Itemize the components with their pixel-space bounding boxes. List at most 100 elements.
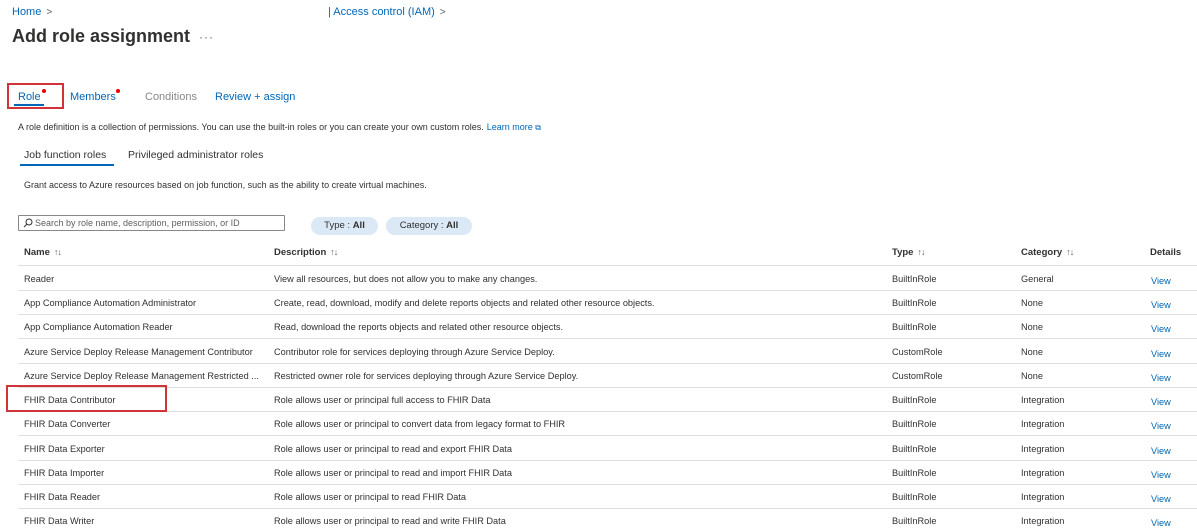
type-filter-label: Type : — [324, 220, 351, 231]
column-header-description[interactable]: Description ↑↓ — [274, 247, 338, 258]
view-details-link[interactable]: View — [1151, 300, 1171, 310]
view-details-link[interactable]: View — [1151, 324, 1171, 334]
role-description: Role allows user or principal to convert… — [274, 419, 566, 429]
role-description: Role allows user or principal full acces… — [274, 395, 491, 405]
table-row[interactable]: FHIR Data Reader Role allows user or pri… — [0, 484, 1197, 508]
role-category: Integration — [1021, 419, 1065, 429]
table-row[interactable]: Azure Service Deploy Release Management … — [0, 363, 1197, 387]
type-filter[interactable]: Type : All — [311, 217, 378, 235]
table-row[interactable]: App Compliance Automation Administrator … — [0, 290, 1197, 314]
external-link-icon: ⧉ — [535, 123, 542, 132]
role-description: Role allows user or principal to read an… — [274, 516, 506, 526]
required-indicator — [116, 89, 120, 93]
role-description: View all resources, but does not allow y… — [274, 274, 538, 284]
breadcrumb-iam-label[interactable]: | Access control (IAM) — [328, 6, 435, 18]
role-category: Integration — [1021, 516, 1065, 526]
role-definition-description: A role definition is a collection of per… — [18, 122, 541, 133]
role-category: Integration — [1021, 492, 1065, 502]
learn-more-label[interactable]: Learn more — [487, 122, 533, 132]
column-description-label: Description — [274, 247, 327, 258]
view-details-link[interactable]: View — [1151, 397, 1171, 407]
tab-privileged-administrator-roles[interactable]: Privileged administrator roles — [128, 149, 263, 161]
grant-access-text: Grant access to Azure resources based on… — [24, 180, 427, 190]
column-header-details: Details — [1150, 247, 1182, 258]
chevron-right-icon: > — [439, 7, 446, 18]
sort-icon[interactable]: ↑↓ — [54, 247, 62, 257]
view-details-link[interactable]: View — [1151, 373, 1171, 383]
more-options-icon[interactable]: ··· — [199, 30, 214, 44]
column-type-label: Type — [892, 247, 914, 258]
view-details-link[interactable]: View — [1151, 470, 1171, 480]
role-description: Role allows user or principal to read FH… — [274, 492, 466, 502]
view-details-link[interactable]: View — [1151, 494, 1171, 504]
sort-icon[interactable]: ↑↓ — [917, 247, 925, 257]
role-description: Role allows user or principal to read an… — [274, 444, 512, 454]
table-row[interactable]: FHIR Data Exporter Role allows user or p… — [0, 436, 1197, 460]
table-row[interactable]: Azure Service Deploy Release Management … — [0, 339, 1197, 363]
column-name-label: Name — [24, 247, 50, 258]
view-details-link[interactable]: View — [1151, 446, 1171, 456]
column-header-type[interactable]: Type ↑↓ — [892, 247, 925, 258]
search-box[interactable] — [18, 215, 285, 231]
tab-members[interactable]: Members — [70, 91, 116, 103]
role-type: CustomRole — [892, 347, 943, 357]
role-category: None — [1021, 322, 1043, 332]
role-name[interactable]: FHIR Data Exporter — [24, 444, 266, 454]
role-type: BuiltInRole — [892, 298, 937, 308]
view-details-link[interactable]: View — [1151, 349, 1171, 359]
role-name[interactable]: FHIR Data Reader — [24, 492, 266, 502]
view-details-link[interactable]: View — [1151, 276, 1171, 286]
learn-more-link[interactable]: Learn more ⧉ — [487, 122, 541, 132]
tab-conditions[interactable]: Conditions — [145, 91, 197, 103]
role-name[interactable]: FHIR Data Importer — [24, 468, 266, 478]
search-input[interactable] — [35, 216, 280, 230]
breadcrumb-home-label[interactable]: Home — [12, 6, 41, 18]
role-type: BuiltInRole — [892, 395, 937, 405]
category-filter[interactable]: Category : All — [386, 217, 472, 235]
breadcrumb-home[interactable]: Home > — [12, 6, 52, 18]
table-row[interactable]: FHIR Data Converter Role allows user or … — [0, 411, 1197, 435]
role-type: BuiltInRole — [892, 274, 937, 284]
role-description: Create, read, download, modify and delet… — [274, 298, 655, 308]
table-row[interactable]: FHIR Data Contributor Role allows user o… — [0, 387, 1197, 411]
table-row[interactable]: FHIR Data Importer Role allows user or p… — [0, 460, 1197, 484]
role-type: BuiltInRole — [892, 516, 937, 526]
role-category: Integration — [1021, 468, 1065, 478]
highlight-fhir-data-contributor — [6, 385, 167, 412]
role-name[interactable]: Azure Service Deploy Release Management … — [24, 371, 266, 381]
role-name[interactable]: App Compliance Automation Administrator — [24, 298, 266, 308]
role-description: Contributor role for services deploying … — [274, 347, 555, 357]
column-category-label: Category — [1021, 247, 1063, 258]
category-filter-value: All — [446, 220, 459, 231]
tab-review-assign[interactable]: Review + assign — [215, 91, 295, 103]
role-category: None — [1021, 347, 1043, 357]
type-filter-value: All — [352, 220, 365, 231]
role-name[interactable]: FHIR Data Converter — [24, 419, 266, 429]
tab-job-function-roles[interactable]: Job function roles — [24, 149, 106, 161]
sort-icon[interactable]: ↑↓ — [330, 247, 338, 257]
table-row[interactable]: FHIR Data Writer Role allows user or pri… — [0, 508, 1197, 532]
breadcrumb-iam[interactable]: | Access control (IAM) > — [328, 6, 446, 18]
column-header-name[interactable]: Name ↑↓ — [24, 247, 62, 258]
column-header-category[interactable]: Category ↑↓ — [1021, 247, 1074, 258]
role-category: Integration — [1021, 444, 1065, 454]
search-icon — [23, 218, 33, 228]
role-name[interactable]: FHIR Data Writer — [24, 516, 266, 526]
description-text: A role definition is a collection of per… — [18, 122, 484, 132]
active-subtab-indicator — [20, 164, 114, 166]
role-type: BuiltInRole — [892, 419, 937, 429]
role-type: BuiltInRole — [892, 322, 937, 332]
role-name[interactable]: App Compliance Automation Reader — [24, 322, 266, 332]
sort-icon[interactable]: ↑↓ — [1066, 247, 1074, 257]
category-filter-label: Category : — [399, 220, 444, 231]
highlight-role-tab — [7, 83, 64, 109]
role-name[interactable]: Reader — [24, 274, 266, 284]
role-category: None — [1021, 298, 1043, 308]
view-details-link[interactable]: View — [1151, 421, 1171, 431]
table-row[interactable]: App Compliance Automation Reader Read, d… — [0, 314, 1197, 338]
table-row[interactable]: Reader View all resources, but does not … — [0, 266, 1197, 290]
view-details-link[interactable]: View — [1151, 518, 1171, 528]
role-description: Read, download the reports objects and r… — [274, 322, 564, 332]
role-name[interactable]: Azure Service Deploy Release Management … — [24, 347, 266, 357]
role-category: Integration — [1021, 395, 1065, 405]
